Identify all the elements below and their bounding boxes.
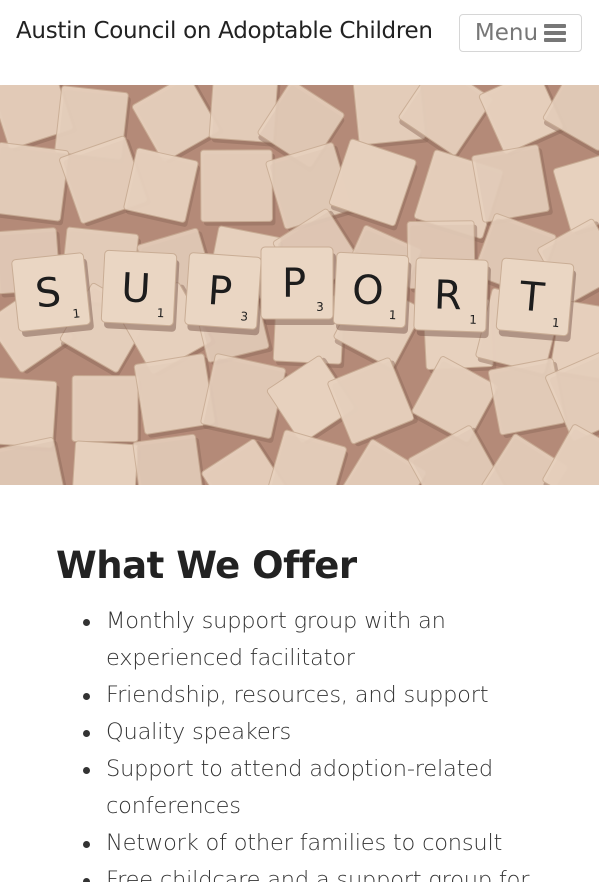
menu-button[interactable]: Menu <box>459 14 582 52</box>
hero-image: S1U1P3P3O1R1T1 <box>0 85 599 485</box>
letter-tile: S1 <box>11 252 94 337</box>
tile-score: 1 <box>72 306 81 321</box>
scrabble-tiles-image: S 1U1 P3P 3 O1 R1 T1 <box>0 85 599 485</box>
tile-letter: P <box>282 261 306 307</box>
offer-item: Free childcare and a support group for <box>56 862 576 882</box>
tile-score: 3 <box>316 300 324 314</box>
tile-score: 1 <box>157 306 165 320</box>
offer-item: Support to attend adoption-related confe… <box>56 751 576 825</box>
tile-letter: U <box>120 265 152 312</box>
letter-tile: T1 <box>495 257 577 342</box>
site-title[interactable]: Austin Council on Adoptable Children <box>16 18 433 44</box>
menu-label: Menu <box>474 20 539 46</box>
letter-tile: P3 <box>184 252 264 336</box>
letter-tile: U1 <box>100 249 180 332</box>
tile-score: 1 <box>389 308 397 322</box>
page-heading: What We Offer <box>56 544 357 587</box>
letter-tile: O1 <box>332 251 412 334</box>
tile-score: 1 <box>551 316 560 331</box>
hamburger-icon <box>544 24 567 42</box>
tile-letter: O <box>351 267 385 315</box>
offer-item: Monthly support group with an experience… <box>56 603 576 677</box>
letter-tile: R1 <box>413 257 491 339</box>
offer-item: Friendship, resources, and support <box>56 677 576 714</box>
site-header: Austin Council on Adoptable Children Men… <box>0 0 599 85</box>
tile-letter: S <box>33 269 63 317</box>
tile-score: 3 <box>240 309 249 323</box>
tile-letter: R <box>433 272 462 319</box>
main-content: What We Offer Monthly support group with… <box>56 544 576 882</box>
offers-list: Monthly support group with an experience… <box>56 603 576 882</box>
offer-item: Network of other families to consult <box>56 825 576 862</box>
tile-letter: T <box>517 274 547 322</box>
tile-score: 1 <box>469 313 477 327</box>
letter-tile: P3 <box>260 246 336 325</box>
offer-item: Quality speakers <box>56 714 576 751</box>
tile-letter: P <box>206 268 233 316</box>
